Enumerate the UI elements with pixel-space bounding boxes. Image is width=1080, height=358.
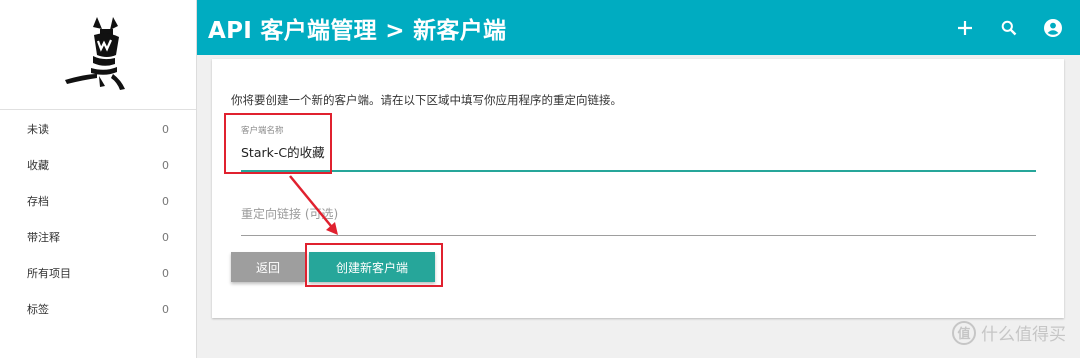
redirect-uri-field xyxy=(241,199,1036,236)
account-circle-icon[interactable] xyxy=(1043,18,1063,38)
sidebar-item-count: 0 xyxy=(162,266,169,280)
sidebar-item-label: 所有项目 xyxy=(27,267,71,280)
watermark: 值 什么值得买 xyxy=(952,320,1066,345)
redirect-uri-input[interactable] xyxy=(241,207,1036,221)
client-name-input[interactable] xyxy=(241,144,541,159)
sidebar-item-starred[interactable]: 收藏 0 xyxy=(0,147,196,183)
intro-text: 你将要创建一个新的客户端。请在以下区域中填写你应用程序的重定向链接。 xyxy=(231,93,622,107)
watermark-text: 什么值得买 xyxy=(981,325,1066,345)
client-name-underline xyxy=(241,170,1036,172)
sidebar-item-count: 0 xyxy=(162,158,169,172)
sidebar-item-count: 0 xyxy=(162,194,169,208)
sidebar-item-label: 收藏 xyxy=(27,159,49,172)
sidebar-item-label: 存档 xyxy=(27,195,49,208)
sidebar-item-tags[interactable]: 标签 0 xyxy=(0,291,196,327)
sidebar-item-unread[interactable]: 未读 0 xyxy=(0,111,196,147)
sidebar-item-count: 0 xyxy=(162,302,169,316)
sidebar-item-annotated[interactable]: 带注释 0 xyxy=(0,219,196,255)
sidebar-item-archive[interactable]: 存档 0 xyxy=(0,183,196,219)
logo[interactable] xyxy=(0,0,196,110)
plus-icon[interactable] xyxy=(955,18,975,38)
sidebar-item-count: 0 xyxy=(162,122,169,136)
watermark-logo-icon: 值 xyxy=(952,320,976,345)
sidebar-item-all[interactable]: 所有项目 0 xyxy=(0,255,196,291)
client-name-field: 客户端名称 xyxy=(241,121,1036,172)
client-name-label: 客户端名称 xyxy=(241,126,284,136)
back-button[interactable]: 返回 xyxy=(231,252,305,282)
create-client-button[interactable]: 创建新客户端 xyxy=(309,252,435,282)
search-icon[interactable] xyxy=(999,18,1019,38)
top-app-bar: API 客户端管理 > 新客户端 xyxy=(197,0,1080,55)
header-actions xyxy=(955,0,1063,55)
sidebar-item-label: 标签 xyxy=(27,303,49,316)
wallabag-logo-icon xyxy=(65,16,125,90)
sidebar-item-label: 未读 xyxy=(27,123,49,136)
sidebar-nav: 未读 0 收藏 0 存档 0 带注释 0 所有项目 0 标签 0 xyxy=(0,110,196,327)
redirect-uri-underline xyxy=(241,235,1036,236)
sidebar-item-count: 0 xyxy=(162,230,169,244)
new-client-card: 你将要创建一个新的客户端。请在以下区域中填写你应用程序的重定向链接。 客户端名称… xyxy=(212,59,1064,318)
sidebar-item-label: 带注释 xyxy=(27,231,60,244)
sidebar: 未读 0 收藏 0 存档 0 带注释 0 所有项目 0 标签 0 xyxy=(0,0,197,358)
page-title: API 客户端管理 > 新客户端 xyxy=(208,17,507,44)
